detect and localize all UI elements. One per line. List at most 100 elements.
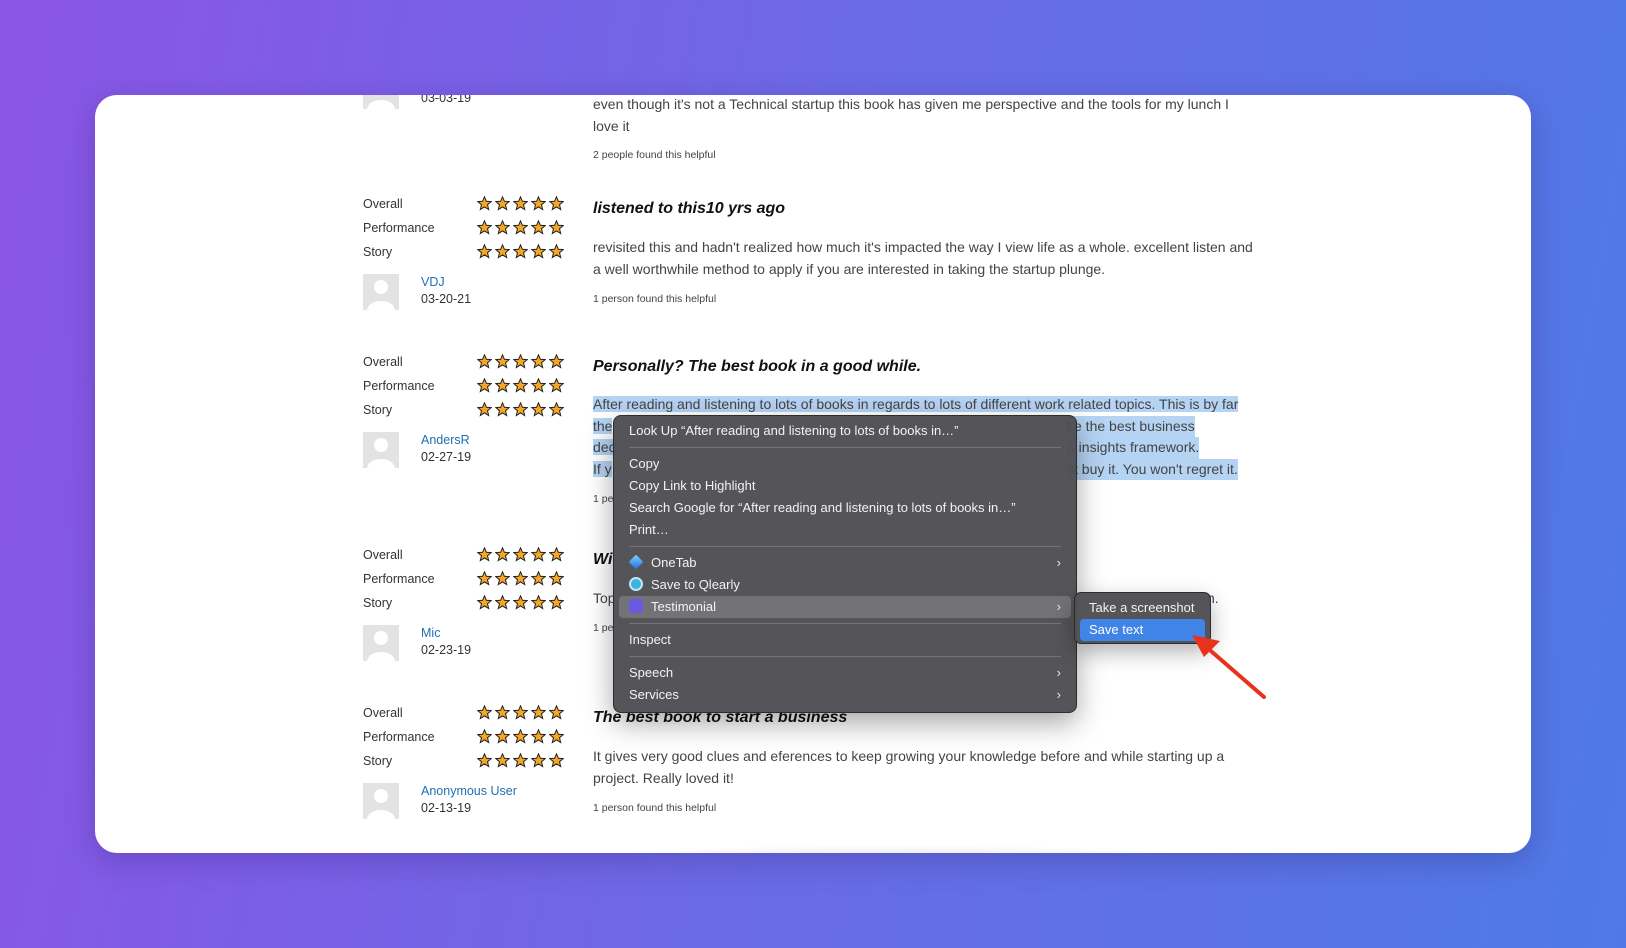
star-icon <box>513 354 528 369</box>
selected-text-line[interactable]: the <box>593 417 613 434</box>
submenu-item-take-screenshot[interactable]: Take a screenshot <box>1080 597 1205 619</box>
menu-item-services[interactable]: Services › <box>619 684 1071 706</box>
rating-block: Overall Performance Story <box>363 354 564 426</box>
menu-item-print[interactable]: Print… <box>619 519 1071 541</box>
rating-label: Story <box>363 403 393 417</box>
star-icon <box>531 402 546 417</box>
rating-story: Story <box>363 244 564 268</box>
star-icon <box>477 402 492 417</box>
star-icon <box>477 595 492 610</box>
chevron-right-icon: › <box>1056 599 1061 614</box>
star-rating <box>477 402 564 417</box>
star-icon <box>495 402 510 417</box>
menu-item-inspect[interactable]: Inspect <box>619 629 1071 651</box>
qlearly-icon <box>629 577 643 591</box>
star-icon <box>477 220 492 235</box>
annotation-arrow-icon <box>1192 635 1266 699</box>
star-icon <box>477 244 492 259</box>
star-rating <box>477 705 564 720</box>
helpful-count: 1 pe <box>593 622 614 634</box>
review-date: 02-27-19 <box>421 450 472 464</box>
star-icon <box>477 378 492 393</box>
helpful-count: 1 person found this helpful <box>593 293 717 305</box>
rating-label: Overall <box>363 548 403 562</box>
reviewer: AndersR 02-27-19 <box>363 432 563 472</box>
menu-item-speech[interactable]: Speech › <box>619 662 1071 684</box>
star-rating <box>477 354 564 369</box>
review-body-right: n. <box>1207 590 1219 606</box>
rating-performance: Performance <box>363 571 564 595</box>
star-icon <box>495 378 510 393</box>
star-icon <box>513 595 528 610</box>
star-icon <box>477 729 492 744</box>
star-icon <box>513 196 528 211</box>
menu-separator <box>629 546 1061 547</box>
reviewer-name-link[interactable]: Mic <box>421 625 440 641</box>
onetab-icon <box>628 554 644 570</box>
avatar <box>363 95 399 109</box>
reviewer-name-link[interactable]: AndersR <box>421 432 470 448</box>
star-rating <box>477 753 564 768</box>
submenu-item-save-text[interactable]: Save text <box>1080 619 1205 641</box>
rating-label: Overall <box>363 706 403 720</box>
menu-item-copy[interactable]: Copy <box>619 453 1071 475</box>
menu-item-label: Testimonial <box>651 599 717 614</box>
rating-label: Performance <box>363 730 435 744</box>
avatar <box>363 783 399 819</box>
helpful-count: 1 pe <box>593 493 614 505</box>
review-title: Personally? The best book in a good whil… <box>593 358 922 375</box>
menu-item-search-google[interactable]: Search Google for “After reading and lis… <box>619 497 1071 519</box>
star-icon <box>531 220 546 235</box>
rating-label: Overall <box>363 197 403 211</box>
star-icon <box>495 547 510 562</box>
menu-item-save-qlearly[interactable]: Save to Qlearly <box>619 574 1071 596</box>
menu-separator <box>629 623 1061 624</box>
context-menu: Look Up “After reading and listening to … <box>613 415 1077 713</box>
menu-item-testimonial[interactable]: Testimonial › <box>619 596 1071 618</box>
star-icon <box>477 571 492 586</box>
menu-item-label: Save to Qlearly <box>651 577 740 592</box>
review-title: listened to this10 yrs ago <box>593 200 786 217</box>
star-rating <box>477 244 564 259</box>
review-body: It gives very good clues and eferences t… <box>593 748 1225 786</box>
rating-block: Overall Performance Story <box>363 196 564 268</box>
selected-text-line[interactable]: n insights framework. <box>1067 437 1200 459</box>
star-icon <box>531 547 546 562</box>
menu-item-label: OneTab <box>651 555 697 570</box>
selected-text-line[interactable]: If y <box>593 460 612 477</box>
star-icon <box>531 753 546 768</box>
rating-overall: Overall <box>363 705 564 729</box>
star-icon <box>513 402 528 417</box>
avatar <box>363 625 399 661</box>
rating-overall: Overall <box>363 354 564 378</box>
star-icon <box>531 354 546 369</box>
star-icon <box>495 753 510 768</box>
star-icon <box>549 595 564 610</box>
rating-overall: Overall <box>363 196 564 220</box>
selected-text-line[interactable]: After reading and listening to lots of b… <box>593 396 1239 412</box>
star-icon <box>495 571 510 586</box>
menu-item-copy-link[interactable]: Copy Link to Highlight <box>619 475 1071 497</box>
review-date: 02-13-19 <box>421 801 472 815</box>
star-icon <box>495 244 510 259</box>
star-icon <box>513 220 528 235</box>
star-icon <box>495 729 510 744</box>
rating-story: Story <box>363 753 564 777</box>
star-icon <box>513 705 528 720</box>
selected-text-line[interactable]: ke the best business <box>1067 415 1195 437</box>
rating-overall: Overall <box>363 547 564 571</box>
menu-item-onetab[interactable]: OneTab › <box>619 552 1071 574</box>
reviewer-name-link[interactable]: VDJ <box>421 274 445 290</box>
star-rating <box>477 595 564 610</box>
star-icon <box>531 244 546 259</box>
star-icon <box>549 729 564 744</box>
star-icon <box>549 753 564 768</box>
reviewer-name-link[interactable]: Anonymous User <box>421 783 517 799</box>
reviewer: Mic 02-23-19 <box>363 625 563 665</box>
helpful-count: 2 people found this helpful <box>593 149 716 161</box>
star-icon <box>549 705 564 720</box>
menu-item-look-up[interactable]: Look Up “After reading and listening to … <box>619 420 1071 442</box>
rating-performance: Performance <box>363 220 564 244</box>
selected-text-line[interactable]: st buy it. You won't regret it. <box>1067 458 1238 480</box>
scroll-shadow <box>595 845 1195 853</box>
